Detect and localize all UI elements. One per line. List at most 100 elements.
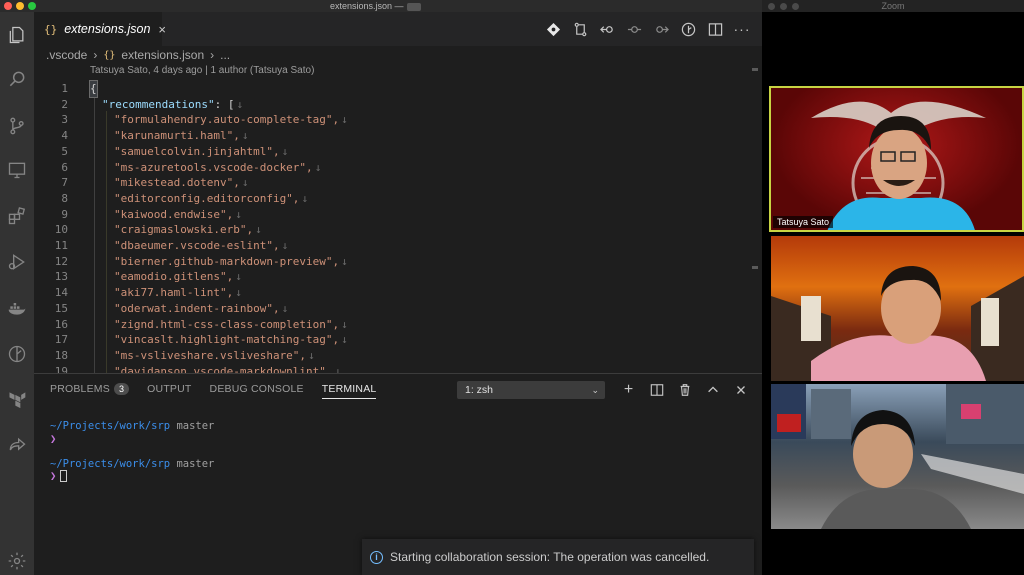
zoom-window-title: Zoom [881, 1, 905, 11]
zoom-title-bar: Zoom [762, 0, 1024, 12]
close-window-button[interactable] [4, 2, 12, 10]
extensions-icon[interactable] [0, 199, 34, 233]
vscode-window: extensions.json — {} extensions.json × ·… [0, 0, 762, 575]
breadcrumb-folder[interactable]: .vscode [46, 48, 87, 62]
code-text: "ms-azuretools.vscode-docker", ↓ [114, 160, 322, 174]
line-number: 13 [54, 270, 68, 284]
terminal-prompt: ❯ [50, 470, 214, 483]
breadcrumb-more[interactable]: ... [220, 48, 230, 62]
code-line: 5 "samuelcolvin.jinjahtml", ↓ [34, 144, 754, 160]
json-file-icon: {} [103, 49, 116, 61]
settings-gear-icon[interactable] [0, 544, 34, 575]
line-number: 18 [54, 348, 68, 362]
line-number: 19 [54, 364, 68, 373]
tab-output[interactable]: OUTPUT [147, 383, 191, 395]
code-line: 8 "editorconfig.editorconfig", ↓ [34, 191, 754, 207]
code-line: 18 "ms-vsliveshare.vsliveshare", ↓ [34, 348, 754, 364]
code-text: "bierner.github-markdown-preview", ↓ [114, 254, 348, 268]
code-text: "mikestead.dotenv", ↓ [114, 176, 249, 190]
line-number: 11 [54, 239, 68, 252]
code-line: 4 "karunamurti.haml", ↓ [34, 128, 754, 144]
tab-extensions-json[interactable]: {} extensions.json × [34, 12, 166, 46]
more-actions-icon[interactable]: ··· [734, 21, 750, 37]
participant-video[interactable] [771, 236, 1024, 381]
participant-person [771, 384, 1024, 529]
split-terminal-icon[interactable] [648, 381, 665, 398]
zoom-window-button[interactable] [792, 3, 799, 10]
gitlens-icon[interactable] [0, 337, 34, 371]
code-text: "recommendations": [↓ [102, 97, 244, 111]
terminal-prompt: ❯ [50, 432, 57, 445]
code-text: "oderwat.indent-rainbow", ↓ [114, 301, 289, 315]
terminal-output[interactable]: ~/Projects/work/srp master ❯ ~/Projects/… [50, 420, 214, 483]
minimize-window-button[interactable] [780, 3, 787, 10]
scrollbar-marker [752, 266, 758, 269]
editor-tab-bar: {} extensions.json × ··· [34, 12, 762, 46]
code-line: 6 "ms-azuretools.vscode-docker", ↓ [34, 160, 754, 176]
code-line: 1{ [34, 80, 754, 98]
live-share-icon[interactable] [0, 428, 34, 462]
git-blame-annotation[interactable]: Tatsuya Sato, 4 days ago | 1 author (Tat… [90, 64, 314, 78]
maximize-panel-icon[interactable] [704, 381, 721, 398]
line-number: 3 [61, 113, 68, 127]
open-changes-icon[interactable] [680, 21, 696, 37]
code-text: "editorconfig.editorconfig", ↓ [114, 191, 309, 205]
explorer-icon[interactable] [0, 18, 34, 52]
terminal-line: ~/Projects/work/srp master [50, 457, 215, 470]
code-line: 17 "vincaslt.highlight-matching-tag", ↓ [34, 332, 754, 348]
git-commit-icon[interactable] [545, 21, 561, 37]
line-number: 2 [61, 97, 68, 111]
code-text: "ms-vsliveshare.vsliveshare", ↓ [114, 348, 315, 362]
code-line: 16 "zignd.html-css-class-completion", ↓ [34, 317, 754, 333]
new-terminal-icon[interactable]: + [620, 381, 637, 398]
chevron-right-icon: › [93, 48, 98, 62]
docker-icon[interactable] [0, 291, 34, 325]
compare-changes-icon[interactable] [572, 21, 588, 37]
chevron-down-icon: ⌄ [591, 385, 599, 395]
line-number: 5 [61, 144, 68, 158]
line-number: 15 [54, 301, 68, 315]
terraform-icon[interactable] [0, 382, 34, 416]
close-window-button[interactable] [768, 3, 775, 10]
code-line: 9 "kaiwood.endwise", ↓ [34, 207, 754, 223]
terminal-cursor [60, 470, 68, 482]
line-number: 4 [61, 129, 68, 143]
kill-terminal-icon[interactable] [676, 381, 693, 398]
participant-person [827, 116, 975, 230]
participant-video[interactable] [771, 384, 1024, 529]
code-line: 15 "oderwat.indent-rainbow", ↓ [34, 301, 754, 317]
panel-tabs: PROBLEMS 3 OUTPUT DEBUG CONSOLE TERMINAL [50, 374, 377, 404]
source-control-icon[interactable] [0, 109, 34, 143]
activity-bar [0, 12, 34, 575]
code-text: "formulahendry.auto-complete-tag", ↓ [114, 113, 348, 127]
tab-problems[interactable]: PROBLEMS 3 [50, 383, 130, 395]
search-icon[interactable] [0, 62, 34, 96]
breadcrumb-file[interactable]: extensions.json [121, 48, 204, 62]
line-number: 9 [61, 207, 68, 221]
minimize-window-button[interactable] [16, 2, 24, 10]
code-editor[interactable]: 1{2 "recommendations": [↓ 3 "formulahendry.… [34, 79, 762, 373]
next-revision-icon[interactable] [653, 21, 669, 37]
run-debug-icon[interactable] [0, 245, 34, 279]
close-tab-icon[interactable]: × [158, 22, 166, 37]
code-text: "samuelcolvin.jinjahtml", ↓ [114, 144, 289, 158]
tab-terminal[interactable]: TERMINAL [321, 383, 377, 399]
commit-node-icon[interactable] [626, 21, 642, 37]
previous-revision-icon[interactable] [599, 21, 615, 37]
tab-debug-console[interactable]: DEBUG CONSOLE [210, 383, 304, 395]
split-editor-icon[interactable] [707, 21, 723, 37]
notification-toast[interactable]: i Starting collaboration session: The op… [362, 539, 754, 575]
code-line: 19 "davidanson.vscode-markdownlint", ↓ [34, 364, 754, 373]
terminal-shell-select[interactable]: 1: zsh ⌄ [457, 381, 605, 399]
zoom-window-button[interactable] [28, 2, 36, 10]
code-text: "dbaeumer.vscode-eslint", ↓ [114, 239, 289, 252]
code-line: 11 "dbaeumer.vscode-eslint", ↓ [34, 238, 754, 254]
close-panel-icon[interactable] [732, 381, 749, 398]
participant-name-tag: Tatsuya Sato [773, 216, 834, 228]
info-icon: i [370, 550, 383, 564]
terminal-line: ~/Projects/work/srp master [50, 420, 215, 432]
remote-explorer-icon[interactable] [0, 153, 34, 187]
participant-person [771, 266, 1024, 381]
code-text: "karunamurti.haml", ↓ [114, 129, 249, 143]
participant-video-active[interactable]: Tatsuya Sato [769, 86, 1024, 232]
